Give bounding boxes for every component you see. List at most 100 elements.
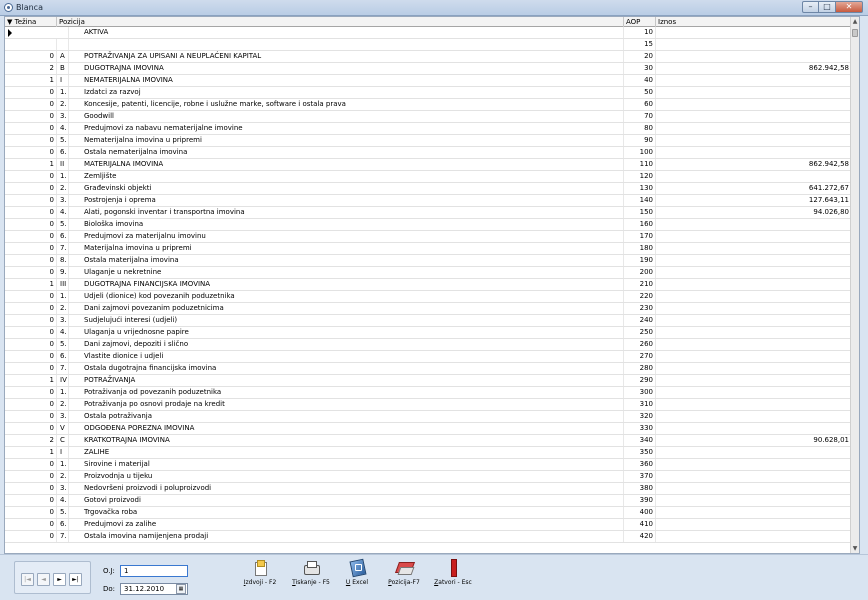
pozicija-sub-cell[interactable] xyxy=(69,195,83,206)
oznaka-cell[interactable]: 3. xyxy=(57,111,69,122)
iznos-cell[interactable] xyxy=(656,291,851,302)
tezina-cell[interactable]: 0 xyxy=(5,519,57,530)
oznaka-cell[interactable]: II xyxy=(57,159,69,170)
oj-input[interactable]: 1 xyxy=(120,565,188,577)
iznos-cell[interactable] xyxy=(656,231,851,242)
tezina-cell[interactable]: 0 xyxy=(5,315,57,326)
table-row[interactable]: 0 2. Građevinski objekti 130 641.272,67 xyxy=(5,183,851,195)
pozicija-text-cell[interactable]: Postrojenja i oprema xyxy=(83,195,624,206)
pozicija-text-cell[interactable]: Predujmovi za nabavu nematerijalne imovi… xyxy=(83,123,624,134)
pozicija-text-cell[interactable]: Izdatci za razvoj xyxy=(83,87,624,98)
tezina-cell[interactable]: 0 xyxy=(5,471,57,482)
tezina-cell[interactable]: 0 xyxy=(5,255,57,266)
pozicija-text-cell[interactable]: Alati, pogonski inventar i transportna i… xyxy=(83,207,624,218)
iznos-cell[interactable] xyxy=(656,135,851,146)
pozicija-text-cell[interactable]: Ostala imovina namijenjena prodaji xyxy=(83,531,624,542)
pozicija-sub-cell[interactable] xyxy=(69,51,83,62)
table-row[interactable]: 0 2. Potraživanja po osnovi prodaje na kre… xyxy=(5,399,851,411)
pozicija-sub-cell[interactable] xyxy=(69,231,83,242)
iznos-cell[interactable] xyxy=(656,123,851,134)
iznos-cell[interactable] xyxy=(656,339,851,350)
pozicija-text-cell[interactable]: POTRAŽIVANJA xyxy=(83,375,624,386)
aop-cell[interactable]: 90 xyxy=(624,135,656,146)
table-row[interactable]: 0 5. Nematerijalna imovina u pripremi 90 xyxy=(5,135,851,147)
table-row[interactable]: 1 II MATERIJALNA IMOVINA 110 862.942,58 xyxy=(5,159,851,171)
aop-cell[interactable]: 10 xyxy=(624,27,656,38)
pozicija-text-cell[interactable]: Koncesije, patenti, licencije, robne i u… xyxy=(83,99,624,110)
iznos-cell[interactable] xyxy=(656,39,851,50)
tezina-cell[interactable]: 1 xyxy=(5,375,57,386)
aop-cell[interactable]: 270 xyxy=(624,351,656,362)
pozicija-text-cell[interactable]: NEMATERIJALNA IMOVINA xyxy=(83,75,624,86)
oznaka-cell[interactable]: 7. xyxy=(57,531,69,542)
iznos-cell[interactable] xyxy=(656,111,851,122)
oznaka-cell[interactable]: 6. xyxy=(57,147,69,158)
pozicija-text-cell[interactable]: Sudjelujući interesi (udjeli) xyxy=(83,315,624,326)
tezina-cell[interactable]: 0 xyxy=(5,399,57,410)
table-row[interactable]: 0 1. Sirovine i materijal 360 xyxy=(5,459,851,471)
iznos-cell[interactable] xyxy=(656,87,851,98)
table-row[interactable]: 0 5. Biološka imovina 160 xyxy=(5,219,851,231)
oznaka-cell[interactable]: 1. xyxy=(57,171,69,182)
pozicija-text-cell[interactable]: Ostala potraživanja xyxy=(83,411,624,422)
pozicija-text-cell[interactable]: Goodwill xyxy=(83,111,624,122)
iznos-cell[interactable] xyxy=(656,495,851,506)
aop-cell[interactable]: 310 xyxy=(624,399,656,410)
aop-cell[interactable]: 410 xyxy=(624,519,656,530)
pozicija-text-cell[interactable]: Građevinski objekti xyxy=(83,183,624,194)
pozicija-text-cell[interactable]: Nedovršeni proizvodi i poluproizvodi xyxy=(83,483,624,494)
table-row[interactable]: 0 2. Proizvodnja u tijeku 370 xyxy=(5,471,851,483)
oznaka-cell[interactable]: 6. xyxy=(57,351,69,362)
table-row[interactable]: 0 1. Izdatci za razvoj 50 xyxy=(5,87,851,99)
table-row[interactable]: 0 1. Zemljište 120 xyxy=(5,171,851,183)
iznos-cell[interactable] xyxy=(656,255,851,266)
table-row[interactable]: 1 I NEMATERIJALNA IMOVINA 40 xyxy=(5,75,851,87)
iznos-cell[interactable]: 641.272,67 xyxy=(656,183,851,194)
aop-cell[interactable]: 80 xyxy=(624,123,656,134)
oznaka-cell[interactable] xyxy=(57,39,69,50)
oznaka-cell[interactable]: 6. xyxy=(57,231,69,242)
tezina-cell[interactable]: 0 xyxy=(5,147,57,158)
pozicija-text-cell[interactable]: Dani zajmovi, depoziti i slično xyxy=(83,339,624,350)
pozicija-text-cell[interactable]: Ostala materijalna imovina xyxy=(83,255,624,266)
pozicija-text-cell[interactable]: Predujmovi za materijalnu imovinu xyxy=(83,231,624,242)
table-row[interactable]: 15 xyxy=(5,39,851,51)
oznaka-cell[interactable]: 3. xyxy=(57,315,69,326)
iznos-cell[interactable] xyxy=(656,171,851,182)
oznaka-cell[interactable]: 7. xyxy=(57,243,69,254)
pozicija-sub-cell[interactable] xyxy=(69,171,83,182)
pozicija-sub-cell[interactable] xyxy=(69,255,83,266)
table-row[interactable]: 0 6. Predujmovi za zalihe 410 xyxy=(5,519,851,531)
tiskanje-button[interactable]: Tiskanje - F5 xyxy=(288,559,334,587)
iznos-cell[interactable] xyxy=(656,279,851,290)
iznos-cell[interactable] xyxy=(656,327,851,338)
aop-cell[interactable]: 210 xyxy=(624,279,656,290)
oznaka-cell[interactable]: 5. xyxy=(57,507,69,518)
table-row[interactable]: 1 III DUGOTRAJNA FINANCIJSKA IMOVINA 210 xyxy=(5,279,851,291)
aop-cell[interactable]: 40 xyxy=(624,75,656,86)
pozicija-sub-cell[interactable] xyxy=(69,135,83,146)
pozicija-sub-cell[interactable] xyxy=(69,327,83,338)
pozicija-text-cell[interactable]: Udjeli (dionice) kod povezanih poduzetni… xyxy=(83,291,624,302)
oznaka-cell[interactable]: C xyxy=(57,435,69,446)
aop-cell[interactable]: 350 xyxy=(624,447,656,458)
tezina-cell[interactable]: 0 xyxy=(5,423,57,434)
table-row[interactable]: 0 V ODGOĐENA POREZNA IMOVINA 330 xyxy=(5,423,851,435)
vertical-scrollbar[interactable]: ▲ ▼ xyxy=(850,17,859,553)
aop-cell[interactable]: 120 xyxy=(624,171,656,182)
pozicija-text-cell[interactable]: KRATKOTRAJNA IMOVINA xyxy=(83,435,624,446)
table-row[interactable]: 0 6. Predujmovi za materijalnu imovinu 170 xyxy=(5,231,851,243)
aop-cell[interactable]: 100 xyxy=(624,147,656,158)
pozicija-sub-cell[interactable] xyxy=(69,531,83,542)
iznos-cell[interactable] xyxy=(656,27,851,38)
aop-cell[interactable]: 140 xyxy=(624,195,656,206)
pozicija-sub-cell[interactable] xyxy=(69,315,83,326)
table-row[interactable]: 0 4. Gotovi proizvodi 390 xyxy=(5,495,851,507)
pozicija-sub-cell[interactable] xyxy=(69,27,83,38)
table-row[interactable]: 0 A POTRAŽIVANJA ZA UPISANI A NEUPLAĆENI K… xyxy=(5,51,851,63)
table-row[interactable]: 0 7. Ostala imovina namijenjena prodaji 420 xyxy=(5,531,851,543)
iznos-cell[interactable]: 127.643,11 xyxy=(656,195,851,206)
pozicija-sub-cell[interactable] xyxy=(69,435,83,446)
oznaka-cell[interactable]: IV xyxy=(57,375,69,386)
tezina-cell[interactable]: 0 xyxy=(5,459,57,470)
